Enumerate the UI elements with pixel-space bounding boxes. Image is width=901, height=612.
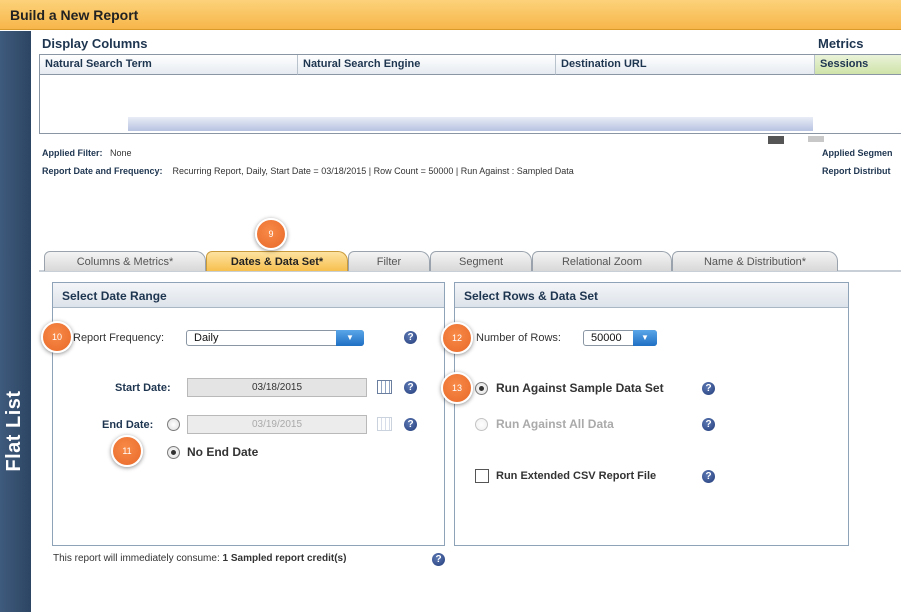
tab-filter[interactable]: Filter: [348, 251, 430, 271]
report-distribution-label: Report Distribut: [822, 166, 891, 176]
rows-data-set-panel: Select Rows & Data Set: [454, 282, 849, 546]
help-icon-all-data[interactable]: ?: [702, 418, 715, 431]
sample-data-radio[interactable]: [475, 382, 488, 395]
scroll-handle[interactable]: [808, 136, 824, 142]
help-icon-end-date[interactable]: ?: [404, 418, 417, 431]
step-marker-10: 10: [41, 321, 73, 353]
display-columns-title: Display Columns: [42, 36, 148, 51]
date-range-panel: Select Date Range: [52, 282, 445, 546]
metrics-box[interactable]: Sessions: [815, 54, 901, 134]
report-date-line: Report Date and Frequency: Recurring Rep…: [42, 166, 574, 176]
rows-data-set-title: Select Rows & Data Set: [455, 283, 848, 308]
sidebar-flat-list[interactable]: Flat List: [0, 31, 31, 612]
footer-text: This report will immediately consume:: [53, 553, 220, 564]
no-end-date-label: No End Date: [187, 445, 259, 459]
help-icon-start-date[interactable]: ?: [404, 381, 417, 394]
tab-dates-data-set[interactable]: Dates & Data Set*: [206, 251, 348, 271]
metric-header-sessions[interactable]: Sessions: [815, 55, 901, 75]
sample-data-label: Run Against Sample Data Set: [496, 381, 664, 395]
step-marker-11: 11: [111, 435, 143, 467]
start-date-label: Start Date:: [115, 382, 171, 394]
extended-csv-checkbox[interactable]: [475, 469, 489, 483]
metrics-title: Metrics: [818, 36, 864, 51]
scroll-up-button[interactable]: [768, 136, 784, 144]
tab-relational-zoom[interactable]: Relational Zoom: [532, 251, 672, 271]
column-header-search-term[interactable]: Natural Search Term: [40, 55, 298, 75]
calendar-icon-start[interactable]: [377, 380, 392, 394]
applied-filter-line: Applied Filter: None: [42, 148, 132, 158]
number-of-rows-select[interactable]: 50000 ▼: [583, 330, 657, 346]
column-header-destination-url[interactable]: Destination URL: [556, 55, 815, 75]
date-range-title: Select Date Range: [53, 283, 444, 308]
footer-credits-line: This report will immediately consume: 1 …: [53, 553, 346, 564]
extended-csv-label: Run Extended CSV Report File: [496, 470, 657, 482]
tab-columns-metrics[interactable]: Columns & Metrics*: [44, 251, 206, 271]
report-frequency-value: Daily: [194, 332, 219, 344]
end-date-field[interactable]: 03/19/2015: [187, 415, 367, 434]
start-date-field[interactable]: 03/18/2015: [187, 378, 367, 397]
no-end-date-radio[interactable]: [167, 446, 180, 459]
tab-name-distribution[interactable]: Name & Distribution*: [672, 251, 838, 271]
number-of-rows-value: 50000: [591, 332, 622, 344]
help-icon-frequency[interactable]: ?: [404, 331, 417, 344]
report-frequency-label: Report Frequency:: [73, 332, 165, 344]
step-marker-9: 9: [255, 218, 287, 250]
chevron-down-icon[interactable]: ▼: [336, 330, 364, 346]
number-of-rows-label: Number of Rows:: [476, 332, 561, 344]
report-date-value: Recurring Report, Daily, Start Date = 03…: [172, 166, 574, 176]
step-marker-12: 12: [441, 322, 473, 354]
calendar-icon-end[interactable]: [377, 417, 392, 431]
help-icon-credits[interactable]: ?: [432, 553, 445, 566]
step-marker-13: 13: [441, 372, 473, 404]
end-date-label: End Date:: [102, 419, 154, 431]
footer-credits: 1 Sampled report credit(s): [222, 553, 347, 564]
sidebar-title: Flat List: [3, 390, 25, 472]
end-date-radio[interactable]: [167, 418, 180, 431]
applied-segment-label: Applied Segmen: [822, 148, 893, 158]
display-columns-box[interactable]: Natural Search Term Natural Search Engin…: [39, 54, 816, 134]
window-title: Build a New Report: [0, 0, 901, 30]
tab-segment[interactable]: Segment: [430, 251, 532, 271]
report-distribution-line: Report Distribut: [822, 166, 891, 176]
columns-scrollbar[interactable]: [128, 117, 813, 131]
help-icon-csv[interactable]: ?: [702, 470, 715, 483]
report-frequency-select[interactable]: Daily ▼: [186, 330, 364, 346]
help-icon-sample[interactable]: ?: [702, 382, 715, 395]
applied-segment-line: Applied Segmen: [822, 148, 893, 158]
all-data-radio[interactable]: [475, 418, 488, 431]
all-data-label: Run Against All Data: [496, 417, 614, 431]
applied-filter-label: Applied Filter:: [42, 148, 103, 158]
report-date-label: Report Date and Frequency:: [42, 166, 163, 176]
chevron-down-icon[interactable]: ▼: [633, 330, 657, 346]
applied-filter-value: None: [110, 148, 132, 158]
column-header-search-engine[interactable]: Natural Search Engine: [298, 55, 556, 75]
